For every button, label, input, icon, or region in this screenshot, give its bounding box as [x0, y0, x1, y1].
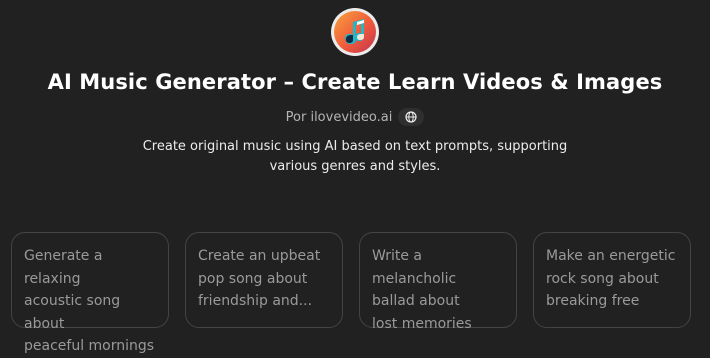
- starter-card[interactable]: Generate a relaxing acoustic song about …: [11, 232, 169, 354]
- website-link-button[interactable]: [398, 108, 425, 126]
- byline: Por ilovevideo.ai: [0, 108, 710, 126]
- music-note-logo-icon: [331, 8, 379, 56]
- starter-card[interactable]: Create an upbeat pop song about friendsh…: [185, 232, 343, 328]
- conversation-starters: Generate a relaxing acoustic song about …: [11, 232, 710, 354]
- globe-icon: [405, 111, 417, 123]
- description: Create original music using AI based on …: [142, 139, 568, 174]
- starter-card[interactable]: Write a melancholic ballad about lost me…: [359, 232, 517, 332]
- page-title: AI Music Generator – Create Learn Videos…: [47, 70, 663, 94]
- author-label: Por ilovevideo.ai: [285, 109, 393, 125]
- starter-card[interactable]: Make an energetic rock song about breaki…: [533, 232, 691, 328]
